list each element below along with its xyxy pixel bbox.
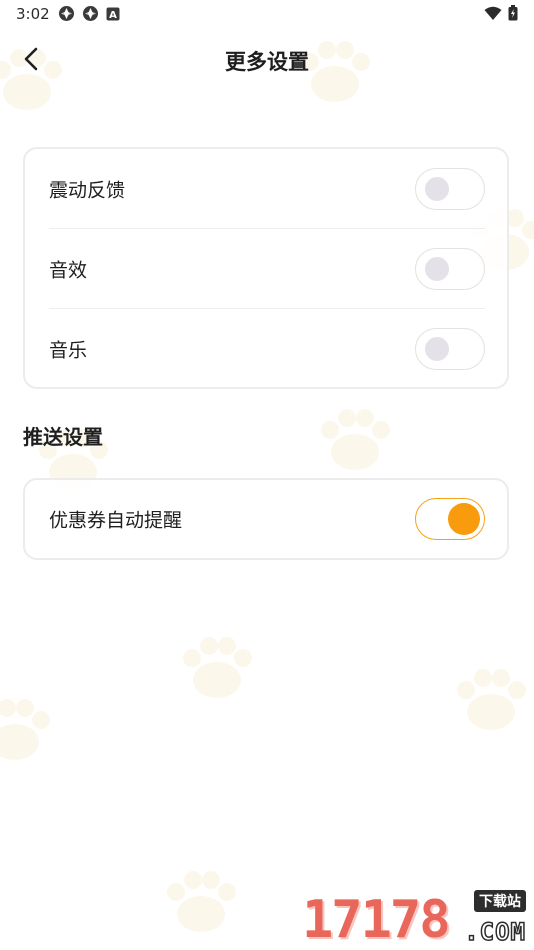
status-system-icons [484, 5, 518, 25]
status-bar: 3:02 A [0, 0, 534, 28]
music-toggle[interactable] [415, 328, 485, 370]
wifi-icon [484, 6, 502, 25]
setting-row-sound-effects: 音效 [25, 229, 507, 309]
push-section-title: 推送设置 [23, 425, 103, 449]
background-paw-icon [156, 862, 246, 942]
setting-label: 震动反馈 [49, 179, 126, 202]
setting-row-coupon-reminder: 优惠券自动提醒 [25, 480, 507, 558]
a-badge-icon: A [106, 7, 120, 21]
setting-label: 音乐 [49, 339, 88, 362]
vibration-toggle[interactable] [415, 168, 485, 210]
app-notification-icon [58, 5, 75, 22]
a-badge-letter: A [109, 10, 117, 21]
background-paw-icon [172, 628, 262, 708]
background-paw-icon [0, 690, 60, 770]
status-time: 3:02 [16, 5, 50, 23]
setting-row-music: 音乐 [25, 309, 507, 389]
push-settings-card: 优惠券自动提醒 [23, 478, 509, 560]
background-paw-icon [446, 660, 534, 740]
app-notification-icon [82, 5, 99, 22]
toggle-knob [425, 337, 449, 361]
toggle-knob [425, 177, 449, 201]
title-bar: 更多设置 [0, 36, 534, 82]
setting-label: 优惠券自动提醒 [49, 509, 183, 532]
toggle-knob [448, 503, 480, 535]
settings-card: 震动反馈 音效 音乐 [23, 147, 509, 389]
background-paw-icon [310, 400, 400, 480]
setting-row-vibration: 震动反馈 [25, 149, 507, 229]
watermark-logo: 17178 下载站 .COM [302, 890, 530, 948]
battery-icon [508, 5, 518, 25]
status-notification-icons: A [58, 5, 120, 22]
watermark-domain: .COM [463, 917, 526, 947]
page-title: 更多设置 [225, 50, 309, 74]
setting-label: 音效 [49, 259, 88, 282]
coupon-reminder-toggle[interactable] [415, 498, 485, 540]
sound-effects-toggle[interactable] [415, 248, 485, 290]
toggle-knob [425, 257, 449, 281]
watermark-digits: 17178 [302, 890, 451, 950]
watermark-badge: 下载站 [474, 890, 526, 912]
